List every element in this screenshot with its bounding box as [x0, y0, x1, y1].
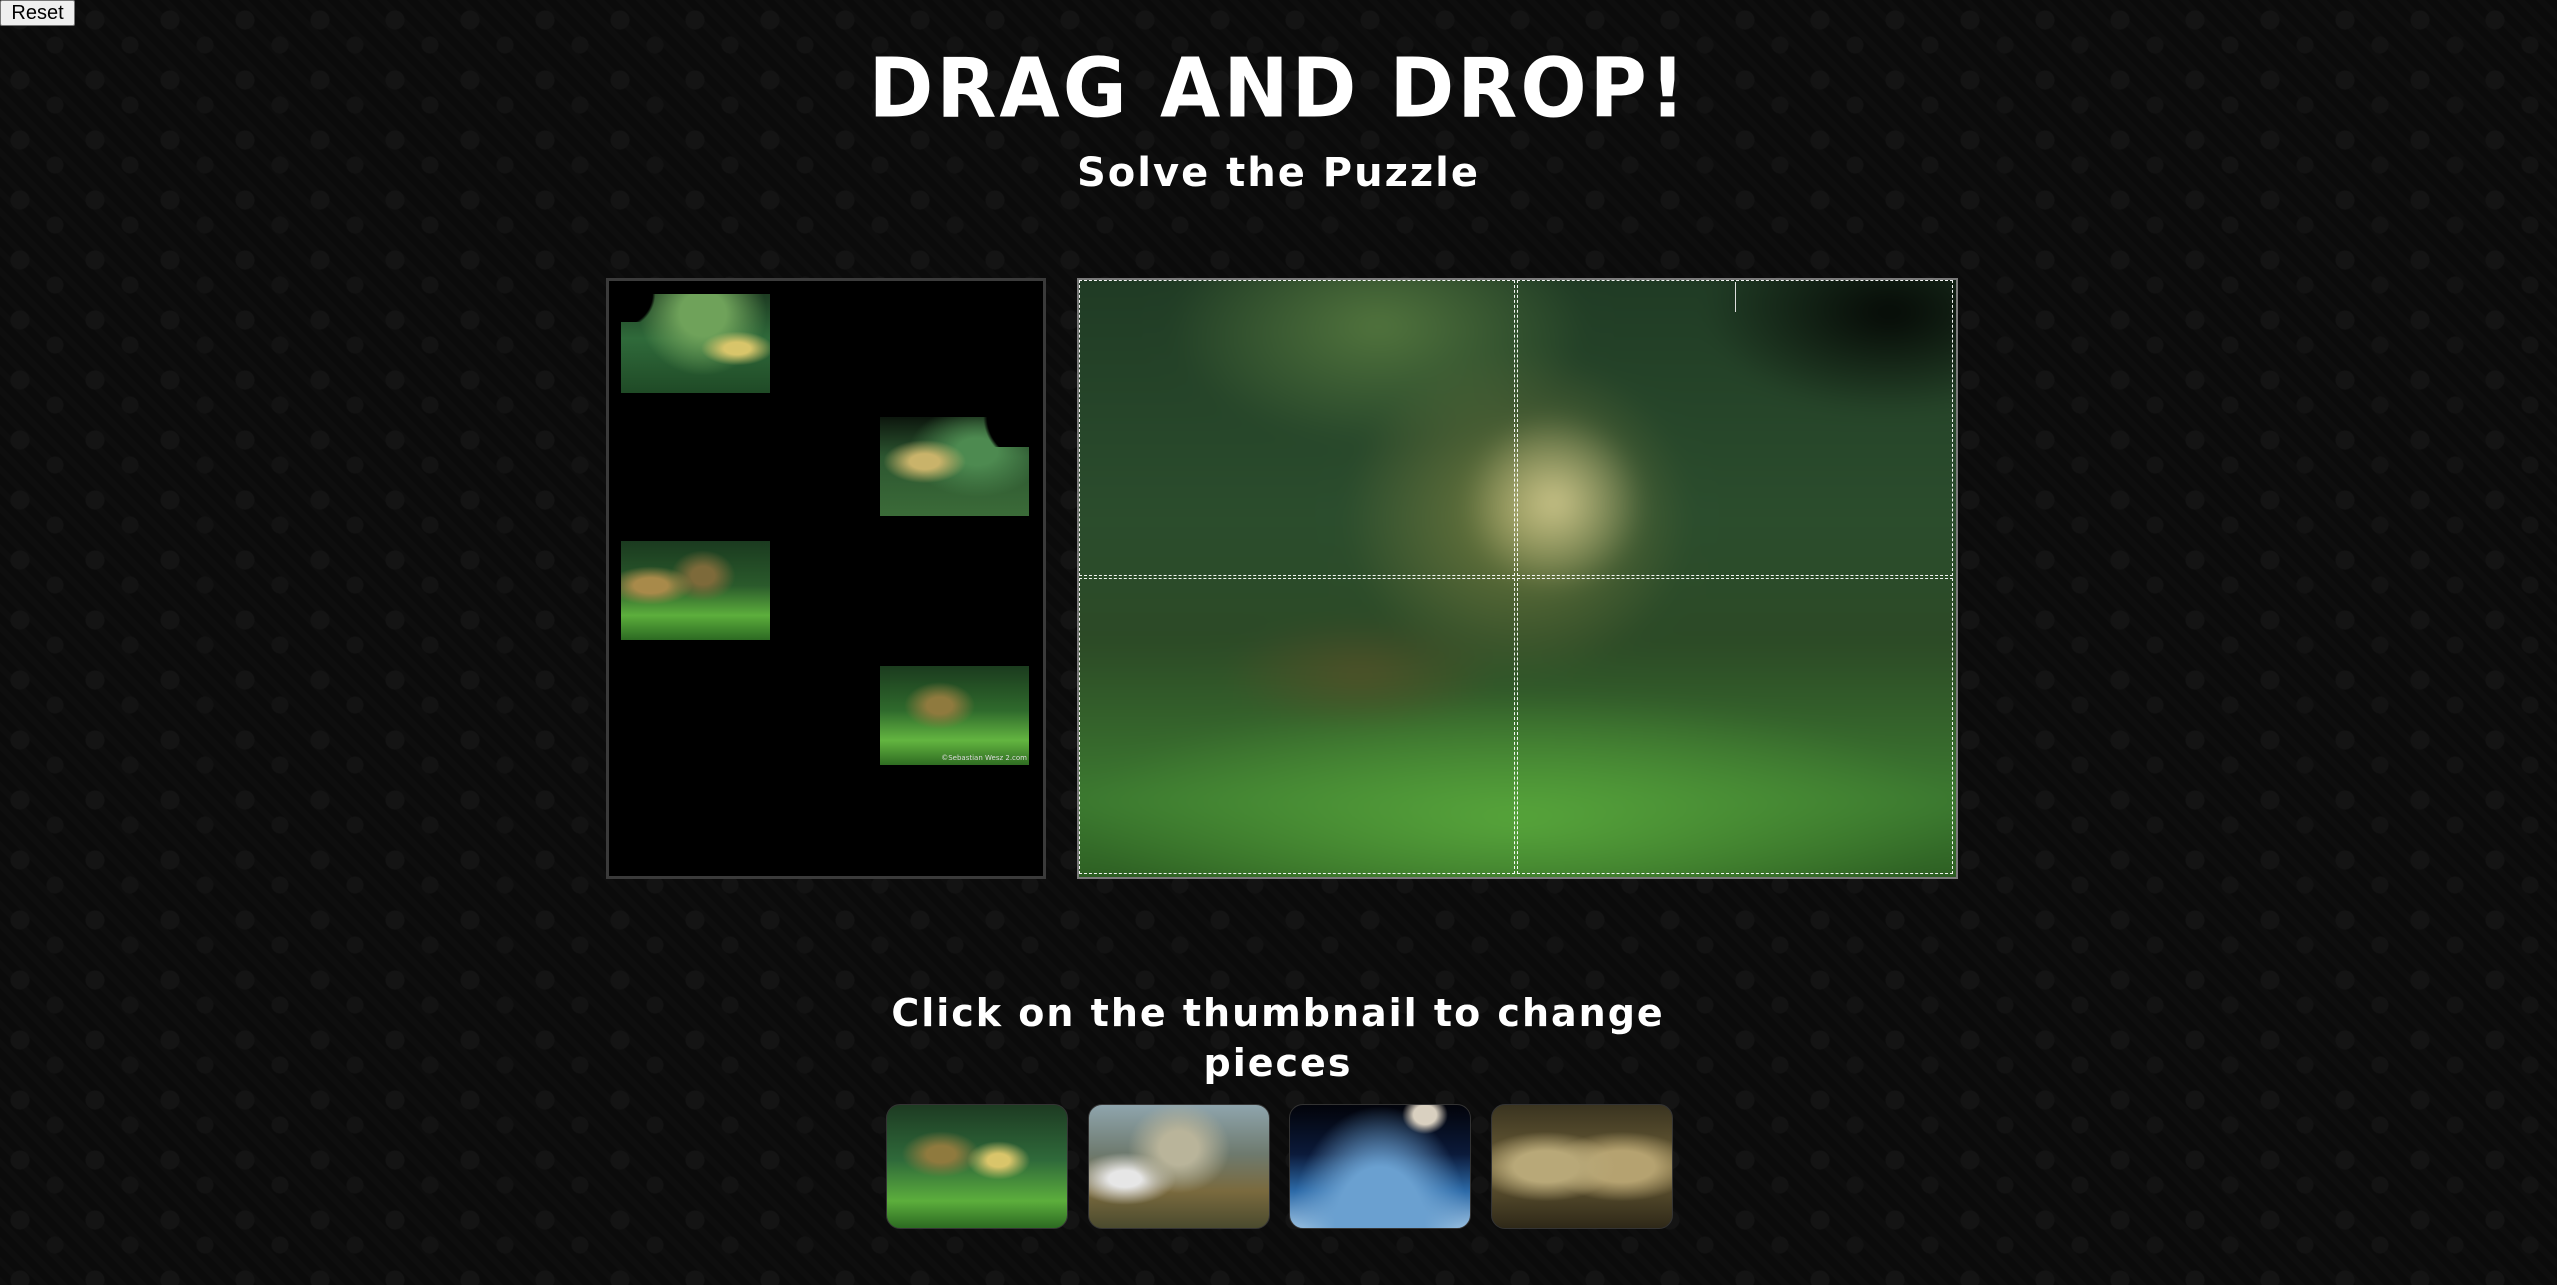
- puzzle-piece-1[interactable]: [621, 294, 770, 393]
- text-cursor: [1735, 282, 1736, 312]
- thumbnail-mechanical-faces[interactable]: [1491, 1104, 1673, 1229]
- thumbnail-earth-space[interactable]: [1289, 1104, 1471, 1229]
- drop-zone-bottom-right[interactable]: [1517, 578, 1953, 874]
- pieces-container: ©Sebastian Wesz 2.com: [606, 278, 1046, 879]
- thumbnail-instructions: Click on the thumbnail to change pieces: [878, 988, 1678, 1088]
- puzzle-board: [1077, 278, 1958, 879]
- puzzle-piece-4[interactable]: ©Sebastian Wesz 2.com: [880, 666, 1029, 765]
- drop-zone-top-right[interactable]: [1517, 280, 1953, 576]
- page-title: DRAG AND DROP!: [868, 41, 1689, 137]
- page-subtitle: Solve the Puzzle: [1077, 150, 1480, 196]
- instructions-line-2: pieces: [1203, 1041, 1353, 1085]
- thumbnail-strip: [886, 1104, 1676, 1229]
- instructions-line-1: Click on the thumbnail to change: [891, 991, 1665, 1035]
- puzzle-piece-2[interactable]: [880, 417, 1029, 516]
- reset-button[interactable]: Reset: [0, 0, 75, 26]
- puzzle-piece-3[interactable]: [621, 541, 770, 640]
- drop-zone-top-left[interactable]: [1079, 280, 1515, 576]
- drop-zone-bottom-left[interactable]: [1079, 578, 1515, 874]
- thumbnail-forest[interactable]: [886, 1104, 1068, 1229]
- thumbnail-mountain-ruins[interactable]: [1088, 1104, 1270, 1229]
- piece-watermark: ©Sebastian Wesz 2.com: [941, 754, 1027, 762]
